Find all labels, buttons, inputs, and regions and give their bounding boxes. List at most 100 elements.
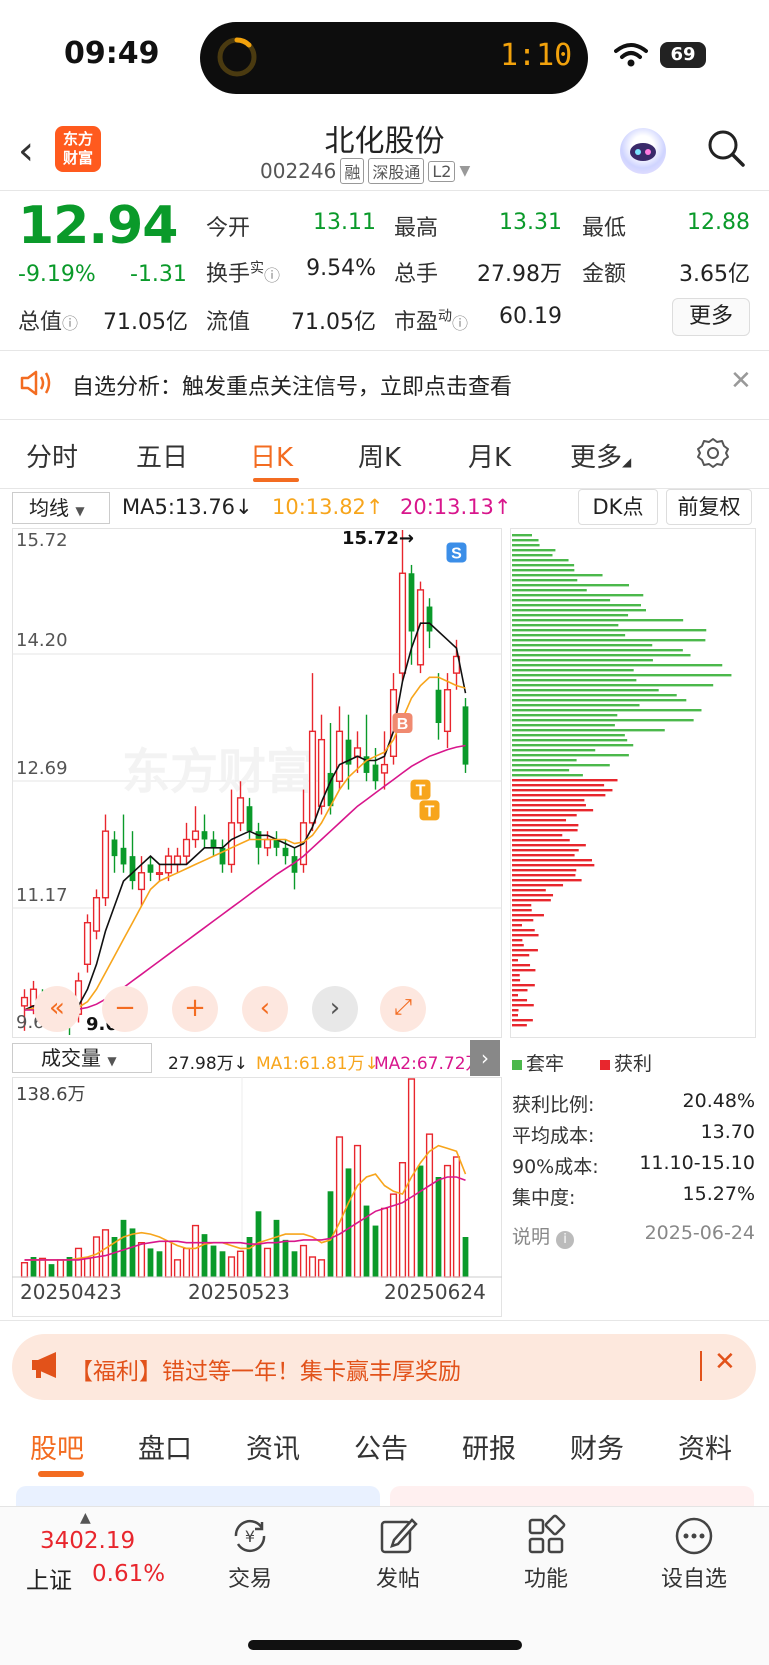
grid-apps-icon[interactable] — [524, 1514, 568, 1558]
compose-icon[interactable] — [376, 1514, 420, 1558]
assistant-robot-icon[interactable] — [620, 128, 666, 174]
nav-functions[interactable]: 功能 — [486, 1561, 606, 1593]
more-button[interactable]: 更多 — [672, 298, 750, 336]
rewind-icon[interactable]: « — [34, 986, 80, 1032]
pe-label-text: 市盈 — [394, 310, 439, 335]
volume-select-label: 成交量 — [41, 1046, 101, 1070]
chip-bar — [512, 624, 619, 627]
tab-five-day[interactable]: 五日 — [136, 437, 188, 474]
turnover-label[interactable]: 换手实ⓘ — [206, 256, 280, 288]
zoom-out-icon[interactable]: − — [102, 986, 148, 1032]
chevron-down-icon: ▼ — [459, 163, 471, 179]
volume-bar — [74, 1247, 83, 1278]
stock-code-row[interactable]: 002246 融 深股通 L2 ▼ — [260, 158, 470, 184]
chip-bar — [512, 599, 611, 602]
tab-research[interactable]: 研报 — [462, 1427, 516, 1466]
tab-week-k[interactable]: 周K — [358, 437, 401, 474]
profit-ratio-label: 获利比例: — [512, 1094, 595, 1116]
chip-bar — [512, 539, 539, 542]
signal-badge-t[interactable]: T — [419, 800, 440, 821]
chip-bar — [512, 684, 714, 687]
volume-indicator-select[interactable]: 成交量 ▼ — [12, 1043, 152, 1073]
cost90-label: 90%成本: — [512, 1156, 599, 1178]
volume-bar — [210, 1245, 217, 1277]
chip-bar — [512, 724, 615, 727]
tab-guba[interactable]: 股吧 — [30, 1427, 84, 1466]
chip-bar — [512, 559, 569, 562]
chevron-left-icon[interactable]: ‹ — [242, 986, 288, 1032]
tab-finance[interactable]: 财务 — [570, 1427, 624, 1466]
concentration-value: 15.27% — [682, 1183, 755, 1205]
candle-body — [210, 839, 217, 848]
tab-day-k[interactable]: 日K — [250, 437, 293, 474]
chip-bar — [512, 979, 521, 982]
chip-bar — [512, 574, 603, 577]
mktcap-label[interactable]: 总值ⓘ — [18, 304, 78, 336]
adjust-button[interactable]: 前复权 — [666, 489, 752, 525]
chip-bar — [512, 874, 576, 877]
dk-point-button[interactable]: DK点 — [578, 489, 658, 525]
zoom-in-icon[interactable]: + — [172, 986, 218, 1032]
close-icon[interactable]: ✕ — [730, 366, 752, 396]
trade-icon[interactable]: ¥ — [228, 1514, 272, 1558]
chip-bar — [512, 634, 626, 637]
tab-month-k[interactable]: 月K — [468, 437, 511, 474]
volume-y-max: 138.6万 — [16, 1084, 86, 1105]
search-icon[interactable] — [706, 128, 746, 168]
pe-label[interactable]: 市盈动ⓘ — [394, 304, 468, 336]
signal-badge-t[interactable]: T — [410, 779, 431, 800]
chip-bar — [512, 1019, 533, 1022]
signal-badge-b[interactable]: B — [392, 713, 413, 734]
stock-code: 002246 — [260, 159, 337, 183]
chip-bar — [512, 889, 546, 892]
index-percent[interactable]: 0.61% — [92, 1561, 165, 1587]
chip-bar — [512, 729, 665, 732]
chip-bar — [512, 929, 535, 932]
volume-bar — [380, 1207, 389, 1278]
chip-note[interactable]: 说明 i — [512, 1222, 575, 1249]
nav-trade[interactable]: 交易 — [190, 1561, 310, 1593]
chip-bar — [512, 819, 567, 822]
index-name[interactable]: 上证 — [26, 1561, 72, 1595]
pe-value: 60.19 — [499, 304, 562, 329]
chip-bar — [512, 964, 531, 967]
indicator-select[interactable]: 均线 ▼ — [12, 492, 110, 524]
volume-ma2: MA2:67.72万 — [374, 1054, 483, 1074]
tab-announcements[interactable]: 公告 — [354, 1427, 408, 1466]
gear-icon[interactable] — [696, 436, 730, 470]
candle-body — [129, 856, 136, 882]
candle-body — [462, 706, 469, 765]
chip-bar — [512, 664, 723, 667]
tab-news[interactable]: 资讯 — [246, 1427, 300, 1466]
high-value: 13.31 — [499, 210, 562, 235]
volume-bar — [417, 1165, 424, 1277]
close-icon[interactable]: ✕ — [714, 1347, 736, 1377]
signal-badge-s[interactable]: S — [446, 542, 467, 563]
chip-bar — [512, 914, 544, 917]
index-value[interactable]: 3402.19 — [40, 1528, 135, 1554]
candle-body — [236, 797, 245, 824]
candle-body — [83, 921, 92, 965]
kline-chart[interactable]: 东方财富 S B TT — [12, 528, 502, 1038]
chip-date: 2025-06-24 — [644, 1222, 755, 1244]
fullscreen-icon[interactable]: ⤢ — [380, 986, 426, 1032]
candle-body — [120, 847, 127, 865]
nav-add-watchlist[interactable]: 设自选 — [634, 1561, 754, 1593]
more-dots-icon[interactable] — [672, 1514, 716, 1558]
legend-trapped: 套牢 — [512, 1049, 564, 1076]
chevron-right-icon[interactable]: › — [312, 986, 358, 1032]
y-tick-3: 12.69 — [16, 758, 68, 779]
tab-profile[interactable]: 资料 — [678, 1427, 732, 1466]
tab-active-indicator — [38, 1471, 84, 1477]
chip-bar — [512, 814, 577, 817]
tab-more[interactable]: 更多◢ — [570, 437, 631, 474]
nav-post[interactable]: 发帖 — [338, 1561, 458, 1593]
tab-timeshare[interactable]: 分时 — [26, 437, 78, 474]
volume-bar — [164, 1240, 173, 1278]
chevron-right-icon[interactable]: › — [470, 1040, 500, 1076]
avg-cost-value: 13.70 — [700, 1121, 755, 1143]
date-tick-3: 20250624 — [384, 1280, 486, 1304]
candle-body — [101, 830, 110, 899]
tab-pankou[interactable]: 盘口 — [138, 1427, 192, 1466]
candle-body — [227, 822, 236, 866]
